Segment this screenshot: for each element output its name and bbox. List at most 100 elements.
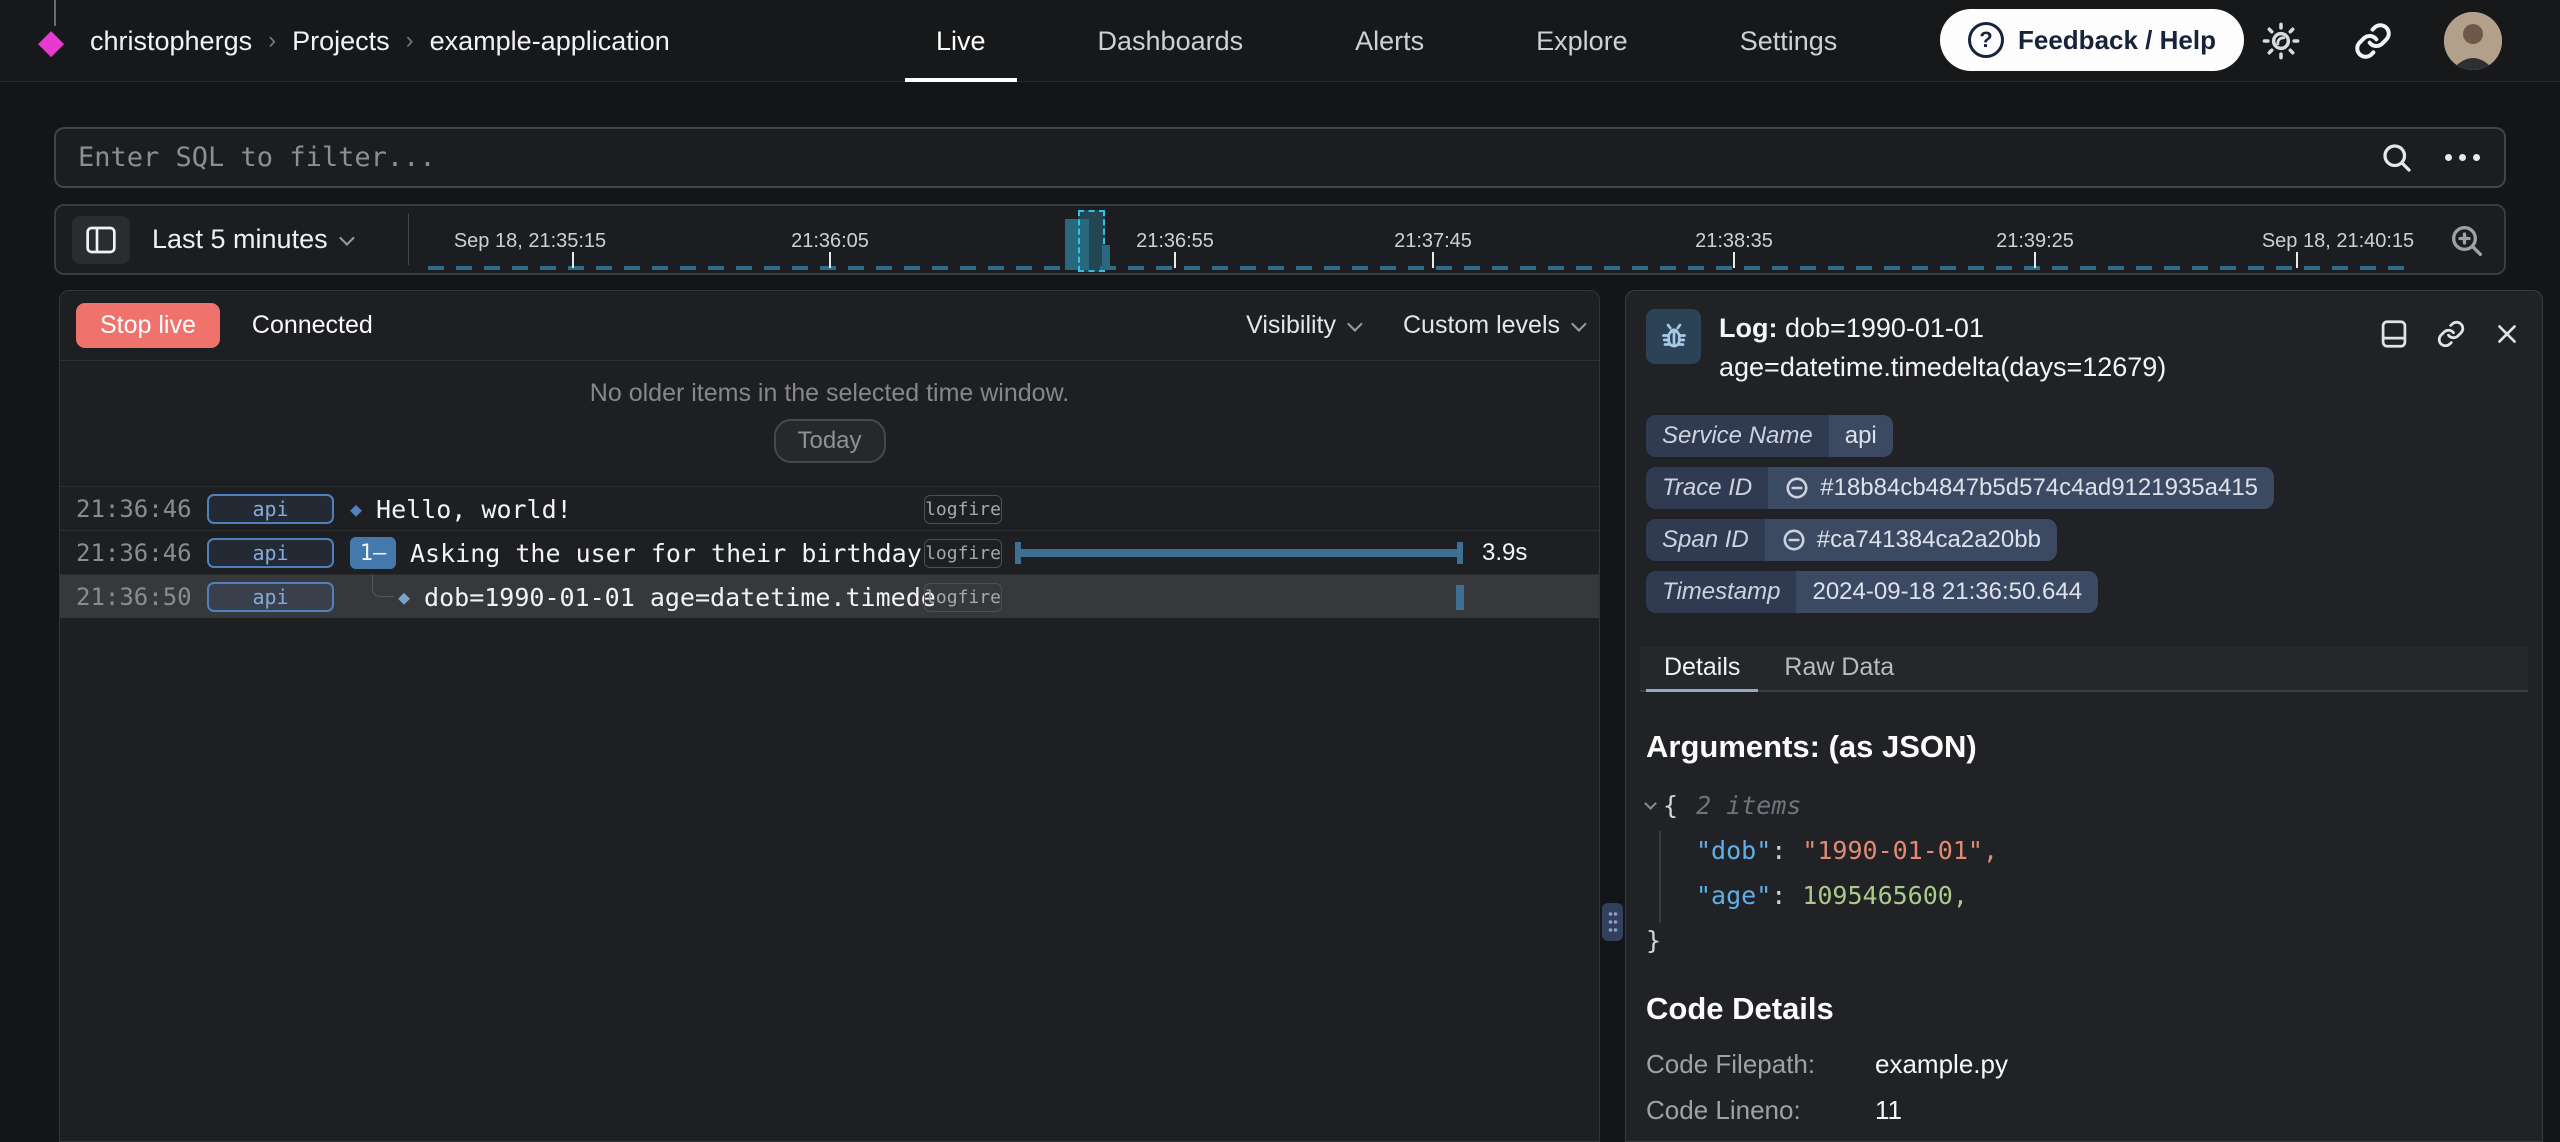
- service-pill[interactable]: api: [207, 582, 334, 612]
- log-details-panel: Log: dob=1990-01-01 age=datetime.timedel…: [1625, 290, 2543, 1142]
- tab-raw-data[interactable]: Raw Data: [1766, 645, 1912, 690]
- tick-mark: [1733, 252, 1735, 268]
- panel-layout-icon[interactable]: [2380, 319, 2408, 349]
- logfire-tag[interactable]: logfire: [924, 495, 1002, 524]
- tree-connector-line: [372, 575, 394, 597]
- today-button[interactable]: Today: [773, 419, 885, 463]
- tab-details[interactable]: Details: [1646, 645, 1758, 690]
- tab-settings[interactable]: Settings: [1684, 0, 1894, 82]
- children-collapse-badge[interactable]: 1–: [350, 537, 396, 569]
- divider: [408, 214, 409, 265]
- log-time: 21:36:50: [76, 575, 192, 619]
- chevron-down-icon: [1347, 316, 1363, 332]
- log-row-hello-world[interactable]: 21:36:46 api ◆ Hello, world! logfire: [60, 486, 1599, 530]
- custom-levels-dropdown[interactable]: Custom levels: [1403, 311, 1583, 340]
- timeline-bar: Last 5 minutes Sep 18, 21:35:15 21:36:05…: [54, 204, 2506, 275]
- log-message: Hello, world!: [376, 495, 572, 524]
- breadcrumb-separator: ›: [268, 27, 276, 55]
- code-lineno-value: 11: [1875, 1095, 1902, 1126]
- chevron-down-icon: [1571, 316, 1587, 332]
- feedback-help-button[interactable]: ? Feedback / Help: [1940, 9, 2244, 71]
- tab-dashboards[interactable]: Dashboards: [1042, 0, 1300, 82]
- breadcrumb-projects[interactable]: Projects: [292, 26, 390, 57]
- tab-live[interactable]: Live: [880, 0, 1042, 82]
- json-key: "dob": [1696, 836, 1771, 865]
- link-icon: [1784, 475, 1810, 501]
- json-open-brace: {: [1663, 791, 1678, 820]
- code-lineno-label: Code Lineno:: [1646, 1095, 1801, 1126]
- zoom-in-icon[interactable]: [2444, 218, 2490, 264]
- histogram-bar: [1102, 245, 1110, 270]
- collapse-chevron-icon[interactable]: [1644, 797, 1657, 810]
- arguments-heading: Arguments: (as JSON): [1646, 729, 1977, 765]
- service-pill[interactable]: api: [207, 538, 334, 568]
- sidebar-toggle-icon[interactable]: [72, 216, 130, 264]
- panel-resize-handle[interactable]: [1602, 903, 1623, 941]
- stop-live-button[interactable]: Stop live: [76, 303, 220, 348]
- timeline-tick: 21:36:05: [791, 230, 869, 253]
- timeline-tick: 21:38:35: [1695, 230, 1773, 253]
- json-value: 1095465600,: [1802, 881, 1968, 910]
- debug-bug-icon: [1646, 309, 1701, 364]
- attr-timestamp[interactable]: Timestamp 2024-09-18 21:36:50.644: [1646, 571, 2098, 613]
- logfire-tag[interactable]: logfire: [924, 583, 1002, 612]
- question-circle-icon: ?: [1968, 22, 2004, 58]
- code-details-heading: Code Details: [1646, 991, 1834, 1027]
- code-filepath-label: Code Filepath:: [1646, 1049, 1815, 1080]
- user-avatar[interactable]: [2444, 12, 2502, 70]
- more-options-icon[interactable]: [2445, 154, 2480, 161]
- log-timeline-tick: [1456, 585, 1464, 610]
- link-icon: [1781, 527, 1807, 553]
- time-range-dropdown[interactable]: Last 5 minutes: [152, 206, 351, 273]
- log-row-dob-selected[interactable]: 21:36:50 api ◆ dob=1990-01-01 age=dateti…: [60, 574, 1599, 618]
- tick-mark: [572, 252, 574, 268]
- span-duration-bar: [1015, 549, 1463, 557]
- logfire-logo-icon: ◆: [38, 22, 64, 62]
- visibility-dropdown[interactable]: Visibility: [1246, 311, 1359, 340]
- breadcrumb-account[interactable]: christophergs: [90, 26, 252, 57]
- chevron-down-icon: [339, 230, 355, 246]
- log-row-asking-birthday[interactable]: 21:36:46 api 1– Asking the user for thei…: [60, 530, 1599, 574]
- sql-filter-bar: [54, 127, 2506, 188]
- empty-window-message: No older items in the selected time wind…: [60, 379, 1599, 408]
- sql-filter-input[interactable]: [78, 129, 2358, 186]
- attr-service-name[interactable]: Service Name api: [1646, 415, 1893, 457]
- tab-alerts[interactable]: Alerts: [1299, 0, 1480, 82]
- connection-status: Connected: [252, 311, 373, 340]
- timeline-baseline: [428, 266, 2416, 270]
- timeline-tick: Sep 18, 21:40:15: [2262, 230, 2414, 253]
- tick-mark: [2296, 252, 2298, 268]
- search-icon[interactable]: [2379, 140, 2415, 176]
- tick-mark: [2034, 252, 2036, 268]
- breadcrumb-project-name[interactable]: example-application: [430, 26, 670, 57]
- tab-explore[interactable]: Explore: [1480, 0, 1684, 82]
- logfire-tag[interactable]: logfire: [924, 539, 1002, 568]
- tick-mark: [1432, 252, 1434, 268]
- timeline-tick: 21:36:55: [1136, 230, 1214, 253]
- breadcrumb-separator: ›: [406, 27, 414, 55]
- service-pill[interactable]: api: [207, 494, 334, 524]
- copy-link-icon[interactable]: [2436, 319, 2466, 349]
- close-icon[interactable]: [2494, 321, 2520, 347]
- main-nav: Live Dashboards Alerts Explore Settings: [880, 0, 1893, 82]
- timeline-tick: 21:39:25: [1996, 230, 2074, 253]
- details-tabs: Details Raw Data: [1640, 647, 2528, 692]
- json-value: "1990-01-01",: [1802, 836, 1998, 865]
- share-link-icon[interactable]: [2350, 18, 2396, 64]
- theme-toggle-icon[interactable]: [2258, 18, 2304, 64]
- attr-span-id[interactable]: Span ID #ca741384ca2a20bb: [1646, 519, 2057, 561]
- live-view-panel: Stop live Connected Visibility Custom le…: [59, 290, 1600, 1142]
- json-items-note: 2 items: [1696, 791, 1801, 820]
- timeline-selection[interactable]: [1078, 210, 1105, 272]
- tick-mark: [829, 252, 831, 268]
- live-panel-header: Stop live Connected Visibility Custom le…: [60, 291, 1599, 361]
- tick-mark: [1174, 252, 1176, 268]
- log-diamond-icon: ◆: [350, 497, 362, 521]
- log-detail-title: Log: dob=1990-01-01 age=datetime.timedel…: [1719, 309, 2339, 387]
- timeline-tick: 21:37:45: [1394, 230, 1472, 253]
- attr-trace-id[interactable]: Trace ID #18b84cb4847b5d574c4ad9121935a4…: [1646, 467, 2274, 509]
- log-message: dob=1990-01-01 age=datetime.timede: [424, 583, 936, 612]
- json-indent-guide: [1659, 831, 1661, 923]
- log-message: Asking the user for their birthday: [410, 539, 922, 568]
- breadcrumb: christophergs › Projects › example-appli…: [90, 0, 670, 82]
